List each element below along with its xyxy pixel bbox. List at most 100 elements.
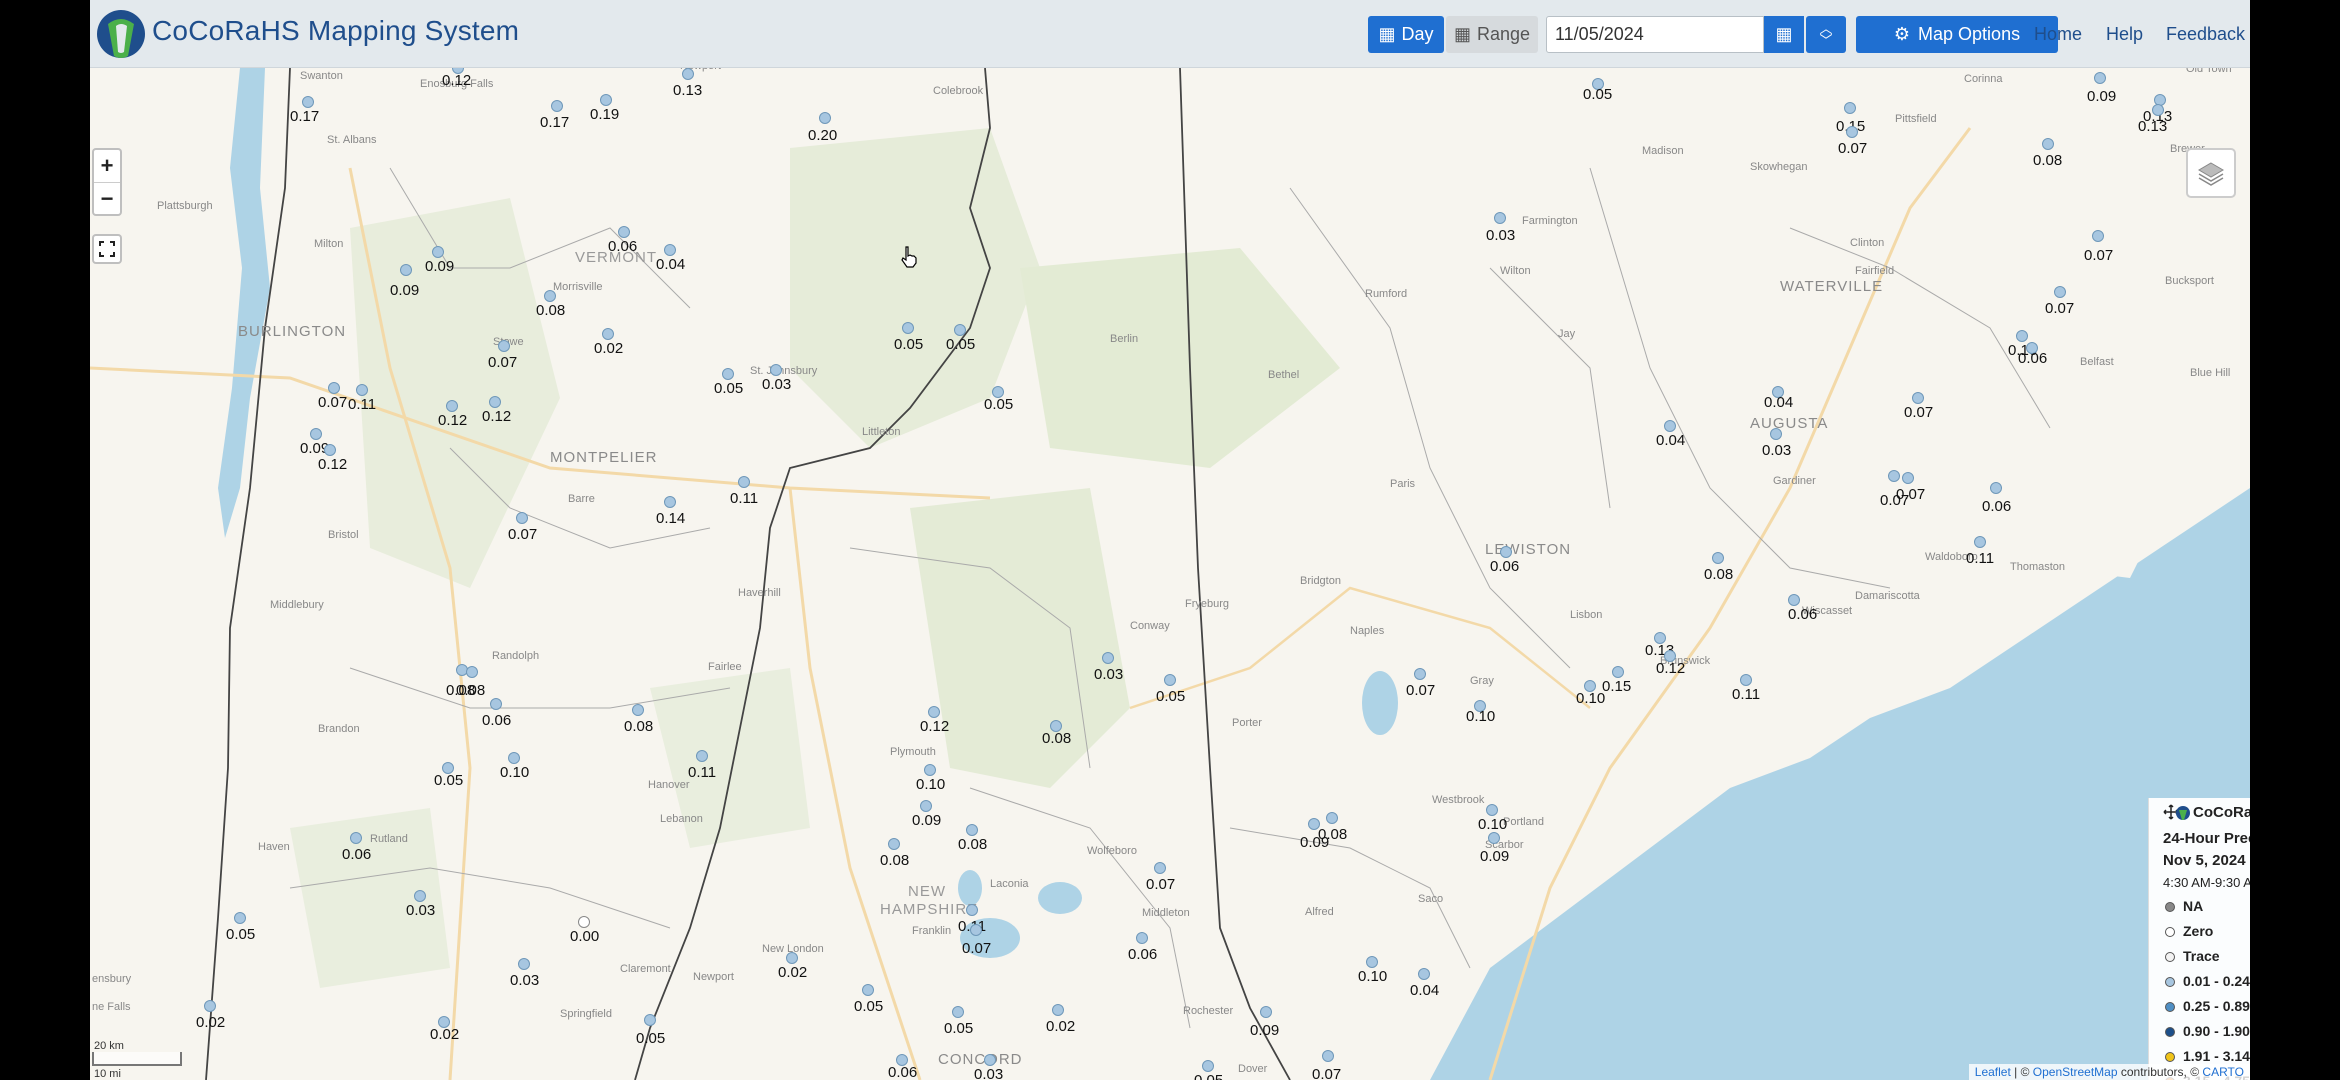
station-marker[interactable] <box>970 924 982 936</box>
station-marker[interactable] <box>664 496 676 508</box>
date-input[interactable] <box>1546 16 1764 53</box>
station-marker[interactable] <box>1770 428 1782 440</box>
station-marker[interactable] <box>2042 138 2054 150</box>
station-marker[interactable] <box>644 1014 656 1026</box>
map-canvas[interactable]: SwantonEnosburg FallsNewportColebrookPla… <box>90 68 2250 1080</box>
station-marker[interactable] <box>1494 212 1506 224</box>
nav-feedback-link[interactable]: Feedback <box>2166 24 2245 45</box>
station-marker[interactable] <box>862 984 874 996</box>
station-marker[interactable] <box>2152 104 2164 116</box>
station-marker[interactable] <box>2054 286 2066 298</box>
station-marker[interactable] <box>432 246 444 258</box>
station-marker[interactable] <box>602 328 614 340</box>
station-marker[interactable] <box>2016 330 2028 342</box>
station-marker[interactable] <box>632 704 644 716</box>
station-marker[interactable] <box>446 400 458 412</box>
station-marker[interactable] <box>1612 666 1624 678</box>
station-marker[interactable] <box>738 476 750 488</box>
station-marker[interactable] <box>1486 804 1498 816</box>
station-marker[interactable] <box>1326 812 1338 824</box>
range-mode-button[interactable]: ▦ Range <box>1446 16 1538 53</box>
station-marker[interactable] <box>664 244 676 256</box>
nav-home-link[interactable]: Home <box>2034 24 2082 45</box>
station-marker[interactable] <box>682 68 694 80</box>
station-marker[interactable] <box>1414 668 1426 680</box>
station-marker[interactable] <box>786 952 798 964</box>
station-marker[interactable] <box>414 890 426 902</box>
station-marker[interactable] <box>328 382 340 394</box>
date-stepper-button[interactable]: ︿ ﹀ <box>1806 16 1846 53</box>
station-marker[interactable] <box>2094 72 2106 84</box>
station-marker[interactable] <box>1418 968 1430 980</box>
station-marker[interactable] <box>1102 652 1114 664</box>
station-marker[interactable] <box>578 916 590 928</box>
station-marker[interactable] <box>1990 482 2002 494</box>
station-marker[interactable] <box>1846 126 1858 138</box>
station-marker[interactable] <box>954 324 966 336</box>
station-marker[interactable] <box>508 752 520 764</box>
station-marker[interactable] <box>696 750 708 762</box>
station-marker[interactable] <box>498 340 510 352</box>
station-marker[interactable] <box>1260 1006 1272 1018</box>
day-mode-button[interactable]: ▦ Day <box>1368 16 1444 53</box>
station-marker[interactable] <box>516 512 528 524</box>
station-marker[interactable] <box>350 832 362 844</box>
station-marker[interactable] <box>1974 536 1986 548</box>
station-marker[interactable] <box>1912 392 1924 404</box>
station-marker[interactable] <box>1500 546 1512 558</box>
station-marker[interactable] <box>966 824 978 836</box>
fullscreen-button[interactable] <box>92 234 122 264</box>
map-options-button[interactable]: ⚙ Map Options <box>1856 16 2058 53</box>
station-marker[interactable] <box>1164 674 1176 686</box>
station-marker[interactable] <box>1740 674 1752 686</box>
leaflet-link[interactable]: Leaflet <box>1975 1065 2011 1079</box>
station-marker[interactable] <box>551 100 563 112</box>
station-marker[interactable] <box>952 1006 964 1018</box>
station-marker[interactable] <box>888 838 900 850</box>
station-marker[interactable] <box>302 96 314 108</box>
station-marker[interactable] <box>544 290 556 302</box>
station-marker[interactable] <box>1902 472 1914 484</box>
station-marker[interactable] <box>1366 956 1378 968</box>
station-marker[interactable] <box>722 368 734 380</box>
station-marker[interactable] <box>1664 420 1676 432</box>
station-marker[interactable] <box>356 384 368 396</box>
osm-link[interactable]: OpenStreetMap <box>2033 1065 2118 1079</box>
station-marker[interactable] <box>1888 470 1900 482</box>
cocorahs-logo-icon[interactable] <box>94 4 148 62</box>
station-marker[interactable] <box>1202 1060 1214 1072</box>
station-marker[interactable] <box>924 764 936 776</box>
station-marker[interactable] <box>1488 832 1500 844</box>
station-marker[interactable] <box>204 1000 216 1012</box>
station-marker[interactable] <box>920 800 932 812</box>
station-marker[interactable] <box>1788 594 1800 606</box>
station-marker[interactable] <box>400 264 412 276</box>
station-marker[interactable] <box>600 94 612 106</box>
station-marker[interactable] <box>489 396 501 408</box>
station-marker[interactable] <box>310 428 322 440</box>
zoom-in-button[interactable]: + <box>94 150 120 183</box>
station-marker[interactable] <box>770 364 782 376</box>
station-marker[interactable] <box>1136 932 1148 944</box>
station-marker[interactable] <box>1322 1050 1334 1062</box>
station-marker[interactable] <box>984 1054 996 1066</box>
date-picker-button[interactable]: ▦ <box>1764 16 1804 53</box>
station-marker[interactable] <box>1154 862 1166 874</box>
zoom-out-button[interactable]: − <box>94 183 120 215</box>
station-marker[interactable] <box>1712 552 1724 564</box>
station-marker[interactable] <box>1052 1004 1064 1016</box>
station-marker[interactable] <box>490 698 502 710</box>
carto-link[interactable]: CARTO <box>2202 1065 2244 1079</box>
chevron-down-icon[interactable]: ﹀ <box>1819 34 1832 47</box>
station-marker[interactable] <box>324 444 336 456</box>
station-marker[interactable] <box>1844 102 1856 114</box>
station-marker[interactable] <box>234 912 246 924</box>
station-marker[interactable] <box>819 112 831 124</box>
nav-help-link[interactable]: Help <box>2106 24 2143 45</box>
layers-button[interactable] <box>2186 148 2236 198</box>
station-marker[interactable] <box>518 958 530 970</box>
station-marker[interactable] <box>2092 230 2104 242</box>
station-marker[interactable] <box>928 706 940 718</box>
station-marker[interactable] <box>966 904 978 916</box>
station-marker[interactable] <box>902 322 914 334</box>
